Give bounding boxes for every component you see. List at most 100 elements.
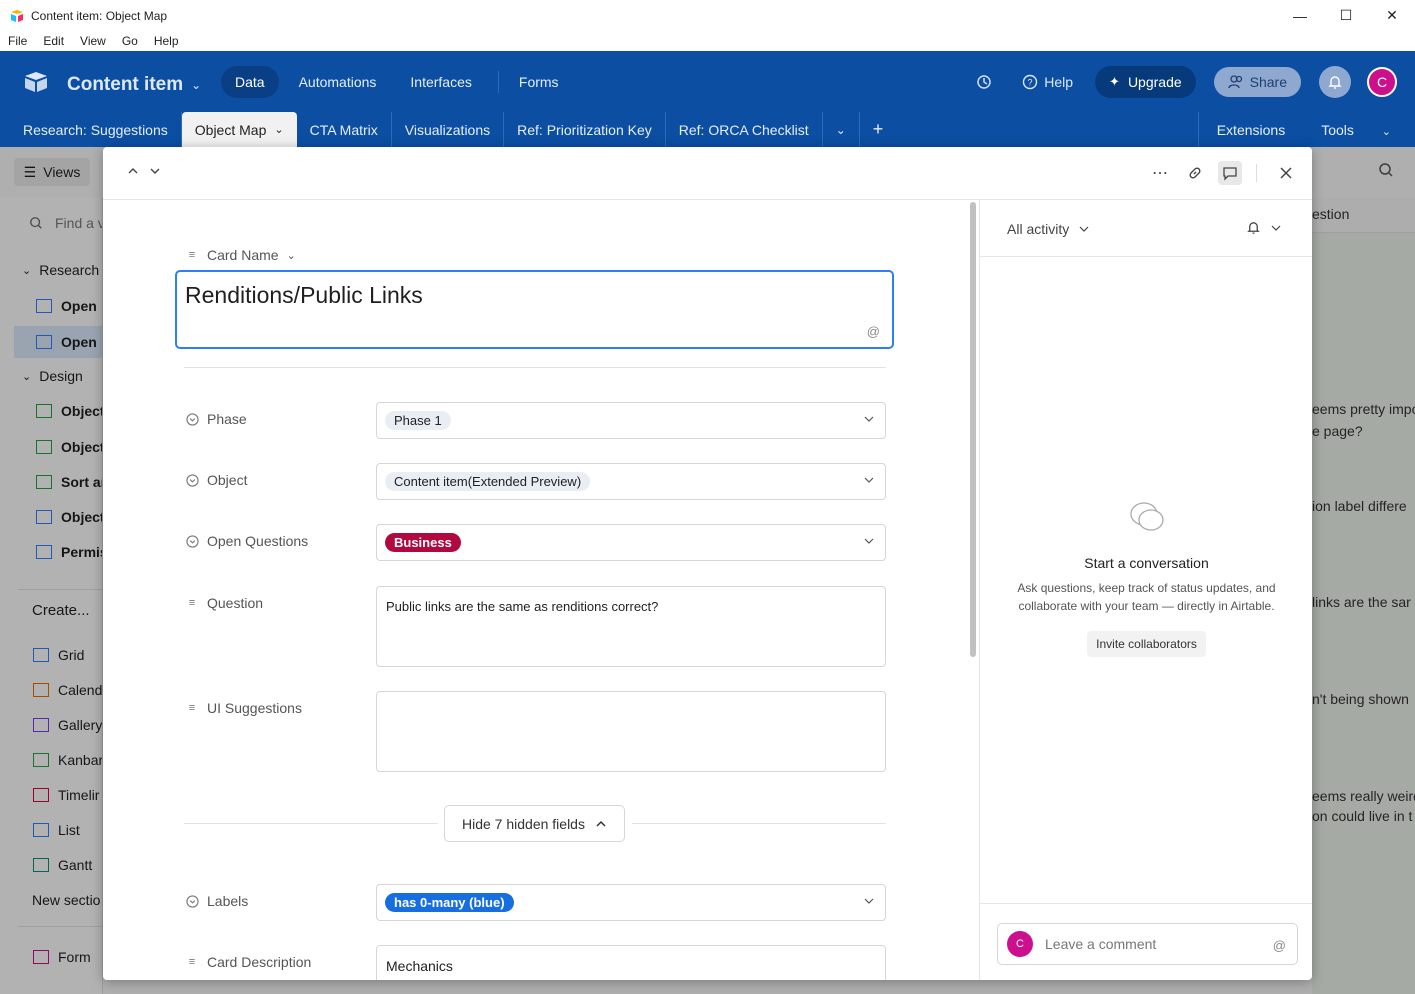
card-description-label: Card Description — [207, 954, 312, 970]
card-name-input[interactable]: Renditions/Public Links @ — [175, 270, 894, 349]
empty-title: Start a conversation — [1084, 555, 1209, 571]
comments-toggle-icon[interactable] — [1218, 161, 1242, 185]
tools-label: Tools — [1321, 121, 1354, 138]
question-label: Question — [207, 595, 264, 611]
single-select-icon — [185, 534, 199, 548]
app-logo-icon — [9, 8, 25, 24]
notification-settings-button[interactable] — [1246, 220, 1281, 235]
phase-value-pill: Phase 1 — [385, 411, 451, 430]
open-questions-select[interactable]: Business — [376, 524, 886, 561]
empty-conversation: Start a conversation Ask questions, keep… — [980, 500, 1312, 657]
upgrade-label: Upgrade — [1127, 74, 1182, 90]
notifications-bell-icon[interactable] — [1319, 66, 1351, 98]
window-title: Content item: Object Map — [31, 8, 168, 23]
menu-bar: File Edit View Go Help — [0, 31, 1415, 51]
previous-record-chevron-up-icon[interactable] — [127, 164, 139, 180]
divider — [632, 823, 886, 824]
tab-research-suggestions[interactable]: Research: Suggestions — [10, 112, 182, 147]
history-icon[interactable] — [972, 70, 996, 94]
add-table-plus-icon[interactable]: + — [860, 112, 897, 147]
close-window-button[interactable]: ✕ — [1369, 0, 1415, 31]
chevron-down-icon: ⌄ — [191, 77, 202, 92]
phase-label: Phase — [207, 411, 247, 427]
menu-go[interactable]: Go — [114, 34, 146, 48]
user-avatar[interactable]: C — [1367, 67, 1397, 97]
chevron-down-icon — [864, 538, 874, 544]
mention-at-icon[interactable]: @ — [1273, 938, 1286, 953]
help-button[interactable]: ? Help — [1022, 74, 1073, 90]
hide-hidden-fields-button[interactable]: Hide 7 hidden fields — [444, 805, 625, 842]
comment-input[interactable]: C Leave a comment @ — [997, 923, 1298, 965]
upgrade-button[interactable]: ✦ Upgrade — [1095, 66, 1196, 98]
nav-interfaces[interactable]: Interfaces — [396, 66, 485, 98]
tab-ref-prioritization-key[interactable]: Ref: Prioritization Key — [504, 112, 666, 147]
header-divider — [1256, 164, 1257, 182]
tab-object-map[interactable]: Object Map ⌄ — [181, 112, 297, 147]
tab-ref-orca-checklist[interactable]: Ref: ORCA Checklist — [666, 112, 823, 147]
card-name-field-label[interactable]: ≡ Card Name ⌄ — [185, 247, 296, 263]
tab-visualizations[interactable]: Visualizations — [392, 112, 505, 147]
divider — [184, 367, 886, 368]
object-field-label: Object — [185, 472, 247, 488]
invite-collaborators-button[interactable]: Invite collaborators — [1087, 631, 1206, 657]
nav-automations[interactable]: Automations — [285, 66, 391, 98]
single-select-icon — [185, 412, 199, 426]
share-label: Share — [1249, 74, 1287, 90]
expanded-record-modal: ⋯ ≡ Card Name ⌄ Renditions/Public Links … — [103, 147, 1312, 980]
mention-at-icon[interactable]: @ — [867, 324, 880, 339]
chevron-down-icon: ⌄ — [274, 124, 284, 136]
labels-select[interactable]: has 0-many (blue) — [376, 884, 886, 921]
base-icon — [23, 71, 49, 98]
copy-link-icon[interactable] — [1183, 161, 1207, 185]
nav-divider — [497, 71, 499, 93]
nav-data[interactable]: Data — [221, 66, 279, 98]
base-title-button[interactable]: Content item ⌄ — [23, 71, 201, 98]
minimize-button[interactable]: — — [1277, 0, 1323, 31]
long-text-icon: ≡ — [188, 597, 196, 609]
question-value: Public links are the same as renditions … — [386, 599, 659, 614]
open-questions-value-pill: Business — [385, 533, 461, 552]
hide-hidden-fields-label: Hide 7 hidden fields — [462, 815, 585, 832]
empty-description-line-1: Ask questions, keep track of status upda… — [1017, 581, 1276, 595]
activity-panel: All activity Start a conversation Ask qu… — [979, 200, 1312, 980]
ui-suggestions-textarea[interactable] — [376, 691, 886, 772]
labels-field-label: Labels — [185, 893, 248, 909]
labels-label: Labels — [207, 893, 249, 909]
chevron-up-icon — [596, 820, 606, 827]
comment-area: C Leave a comment @ — [980, 903, 1312, 980]
card-description-value: Mechanics — [386, 958, 453, 974]
menu-file[interactable]: File — [0, 34, 35, 48]
phase-select[interactable]: Phase 1 — [376, 402, 886, 439]
empty-description-line-2: collaborate with your team — directly in… — [1018, 599, 1275, 613]
more-options-icon[interactable]: ⋯ — [1148, 161, 1172, 185]
chevron-down-icon — [864, 416, 874, 422]
record-fields-panel: ≡ Card Name ⌄ Renditions/Public Links @ … — [103, 200, 979, 980]
tools-button[interactable]: Tools ⌄ — [1297, 122, 1415, 138]
more-tables-chevron-icon[interactable]: ⌄ — [823, 112, 860, 147]
maximize-button[interactable]: ☐ — [1323, 0, 1369, 31]
single-select-icon — [185, 473, 199, 487]
card-description-textarea[interactable]: Mechanics — [376, 945, 886, 980]
menu-view[interactable]: View — [72, 34, 114, 48]
record-scrollbar[interactable] — [970, 202, 976, 657]
comment-placeholder: Leave a comment — [1045, 936, 1157, 952]
phase-field-label: Phase — [185, 411, 247, 427]
activity-filter-dropdown[interactable]: All activity — [1007, 221, 1089, 237]
menu-help[interactable]: Help — [146, 34, 187, 48]
nav-forms[interactable]: Forms — [505, 66, 573, 98]
long-text-icon: ≡ — [188, 702, 196, 714]
share-button[interactable]: Share — [1213, 67, 1301, 97]
object-select[interactable]: Content item(Extended Preview) — [376, 463, 886, 500]
chevron-down-icon — [864, 477, 874, 483]
chevron-down-icon: ⌄ — [286, 249, 296, 262]
activity-header: All activity — [980, 200, 1312, 257]
chevron-down-icon — [1079, 226, 1089, 232]
activity-filter-label: All activity — [1007, 221, 1070, 237]
extensions-button[interactable]: Extensions — [1205, 122, 1297, 138]
single-select-icon — [185, 894, 199, 908]
tab-cta-matrix[interactable]: CTA Matrix — [297, 112, 392, 147]
question-textarea[interactable]: Public links are the same as renditions … — [376, 586, 886, 667]
close-icon[interactable] — [1274, 161, 1298, 185]
next-record-chevron-down-icon[interactable] — [149, 164, 161, 180]
menu-edit[interactable]: Edit — [35, 34, 72, 48]
